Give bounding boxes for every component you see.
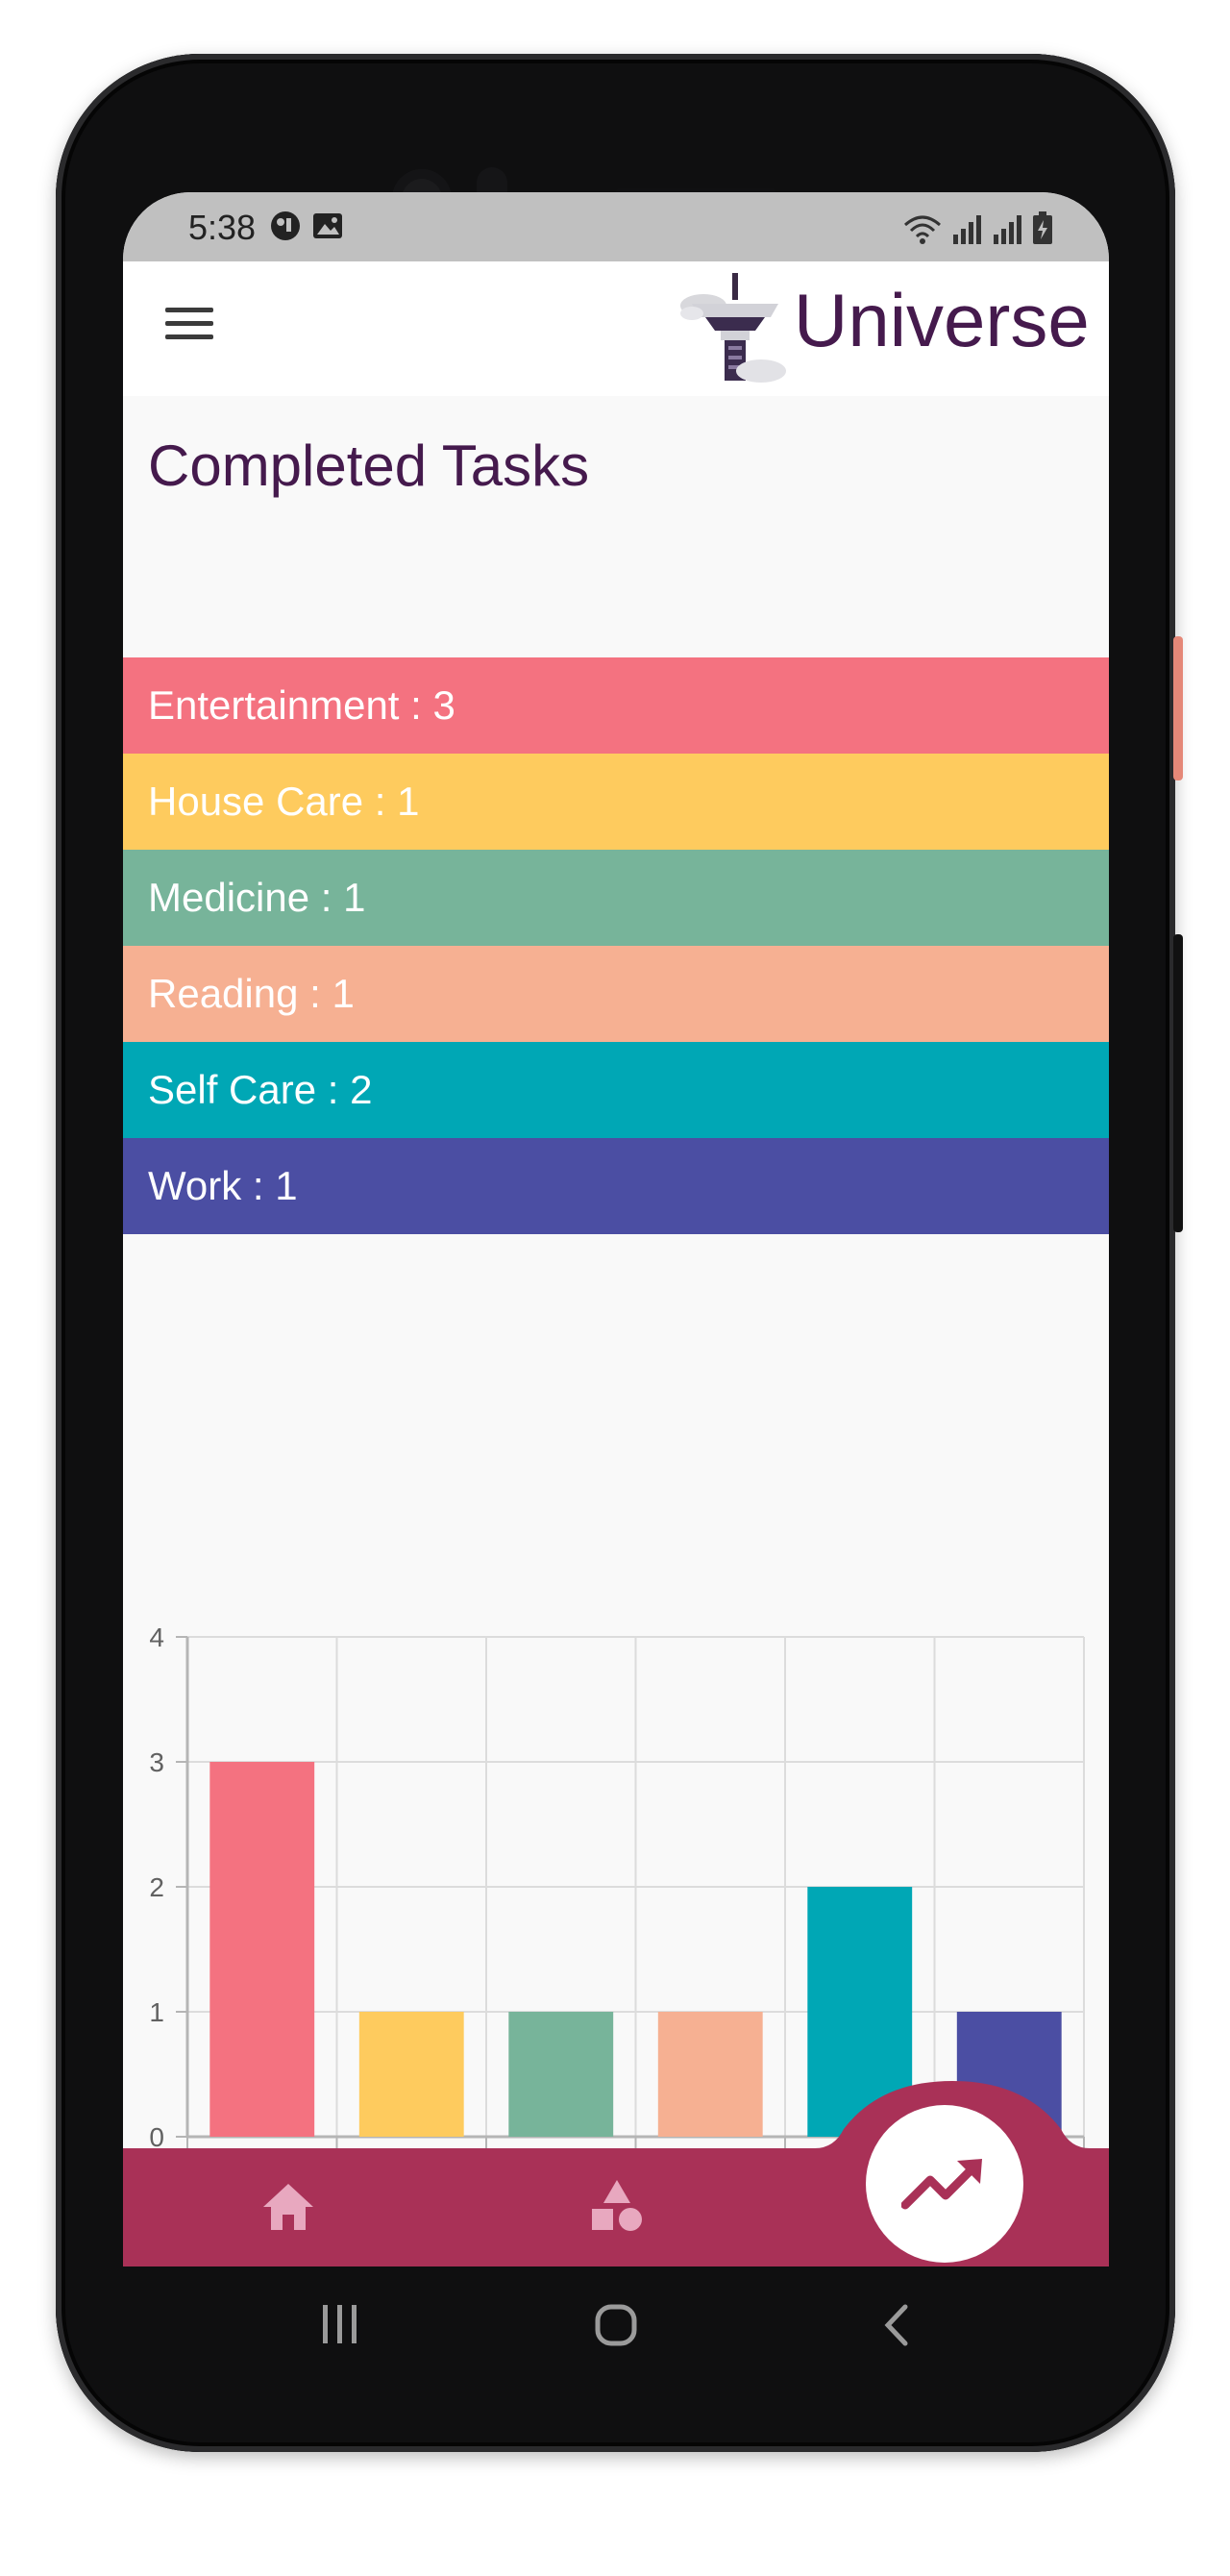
app-screen: 5:38 Universe Completed Tasks Entertainm… bbox=[123, 192, 1109, 2266]
system-navigation-bar bbox=[123, 2266, 1109, 2382]
y-tick-label: 3 bbox=[149, 1747, 164, 1777]
back-icon[interactable] bbox=[882, 2303, 911, 2347]
bar-medi bbox=[508, 2012, 614, 2137]
bar-read bbox=[657, 2012, 763, 2137]
statistics-fab[interactable] bbox=[866, 2105, 1023, 2263]
volume-key bbox=[1173, 934, 1183, 1232]
signal-icon-sim1 bbox=[953, 215, 981, 244]
status-time: 5:38 bbox=[188, 208, 257, 247]
task-row-medicine: Medicine : 1 bbox=[123, 850, 1109, 946]
notification-app-icon bbox=[271, 211, 300, 240]
categories-icon[interactable] bbox=[590, 2178, 644, 2232]
page-title: Completed Tasks bbox=[148, 433, 590, 498]
hamburger-menu-icon[interactable] bbox=[165, 308, 213, 346]
home-button-icon[interactable] bbox=[594, 2303, 638, 2347]
task-row-self-care: Self Care : 2 bbox=[123, 1042, 1109, 1138]
task-row-entertainment: Entertainment : 3 bbox=[123, 657, 1109, 754]
app-bar: Universe bbox=[123, 261, 1109, 396]
task-row-house-care: House Care : 1 bbox=[123, 754, 1109, 850]
image-icon bbox=[313, 213, 342, 238]
y-tick-label: 2 bbox=[149, 1872, 164, 1902]
trending-up-icon bbox=[901, 2159, 982, 2210]
battery-charging-icon bbox=[1033, 211, 1052, 244]
brand-name: Universe bbox=[794, 278, 1090, 362]
y-tick-label: 1 bbox=[149, 1997, 164, 2027]
recent-apps-icon[interactable] bbox=[321, 2303, 359, 2345]
task-row-work: Work : 1 bbox=[123, 1138, 1109, 1234]
universe-logo-icon bbox=[680, 273, 786, 383]
task-row-reading: Reading : 1 bbox=[123, 946, 1109, 1042]
home-icon[interactable] bbox=[261, 2182, 315, 2232]
signal-icon-sim2 bbox=[994, 215, 1021, 244]
bar-hous bbox=[358, 2012, 464, 2137]
status-bar: 5:38 bbox=[123, 192, 1109, 261]
bar-ente bbox=[209, 1762, 315, 2137]
wifi-icon bbox=[904, 215, 941, 244]
y-tick-label: 4 bbox=[149, 1622, 164, 1652]
power-key-accent bbox=[1173, 636, 1183, 780]
